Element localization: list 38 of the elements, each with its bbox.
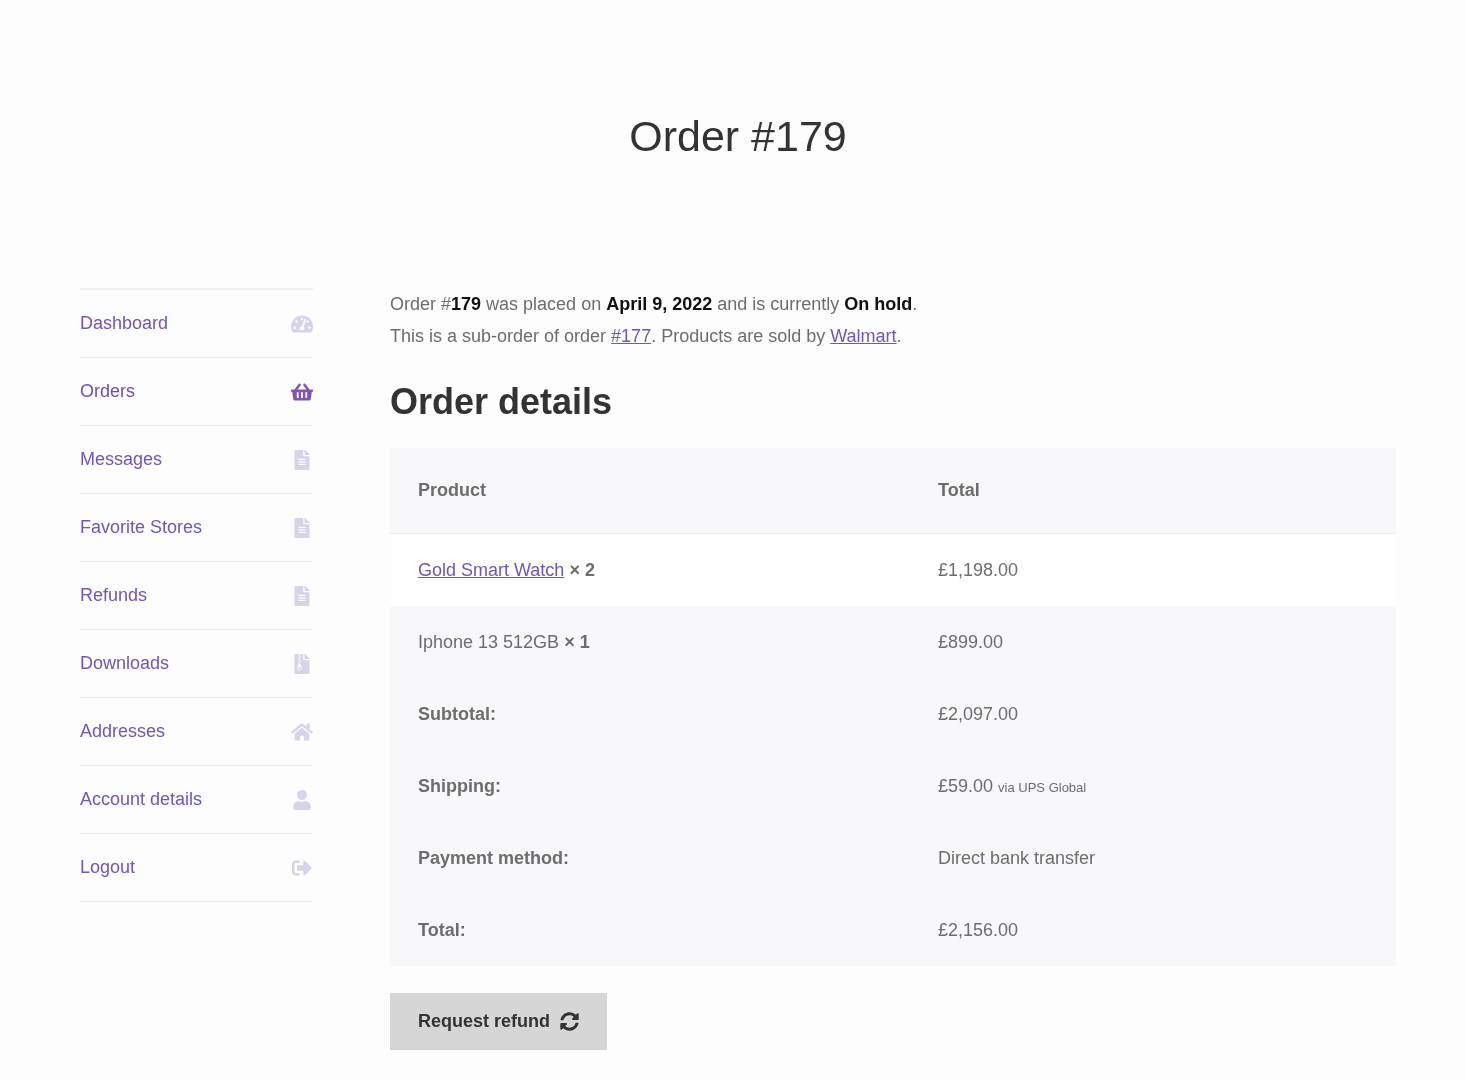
order-status-text: Order #179 was placed on April 9, 2022 and is currently On hold. [390, 293, 919, 316]
gauge-icon [291, 313, 313, 334]
basket-icon [291, 381, 313, 402]
total-value: Direct bank transfer [938, 846, 1096, 870]
column-header: Total [938, 480, 980, 500]
column-header: Product [418, 480, 486, 500]
nav-link[interactable]: Downloads [80, 650, 313, 677]
user-icon [291, 789, 313, 810]
nav-link[interactable]: Addresses [80, 718, 313, 745]
section-heading: Order details [390, 380, 614, 424]
line-total: £899.00 [938, 631, 1004, 652]
total-label: Payment method: [418, 847, 570, 868]
nav-link[interactable]: Logout [80, 854, 313, 881]
total-label: Total: [418, 919, 466, 940]
product-name: Iphone 13 512GB [418, 631, 560, 652]
total-value: £2,097.00 [938, 702, 1019, 726]
house-icon [291, 721, 313, 742]
total-value: £59.00 [938, 774, 994, 798]
shipping-method-note: via UPS Global [998, 778, 1087, 797]
request-refund-button[interactable]: Request refund [390, 993, 607, 1050]
nav-link[interactable]: Messages [80, 446, 313, 473]
sub-order-text: This is a sub-order of order #177. Products are sold by Walmart. [390, 325, 903, 348]
total-value: £2,156.00 [938, 918, 1019, 942]
total-label: Shipping: [418, 775, 501, 796]
nav-link[interactable]: Account details [80, 786, 313, 813]
line-total: £1,198.00 [938, 559, 1019, 580]
page-title: Order #179 [629, 111, 847, 162]
vendor-link[interactable]: Walmart [830, 326, 897, 346]
quantity-text: × 1 [564, 631, 590, 652]
nav-link[interactable]: Refunds [80, 582, 313, 609]
quantity-text: × 2 [569, 559, 595, 580]
nav-link[interactable]: Favorite Stores [80, 514, 313, 541]
nav-link[interactable]: Orders [80, 378, 313, 405]
total-label: Subtotal: [418, 703, 496, 724]
refresh-icon [560, 1012, 579, 1031]
nav-link[interactable]: Dashboard [80, 310, 313, 337]
parent-order-link[interactable]: #177 [611, 326, 652, 346]
product-link[interactable]: Gold Smart Watch [418, 559, 565, 580]
